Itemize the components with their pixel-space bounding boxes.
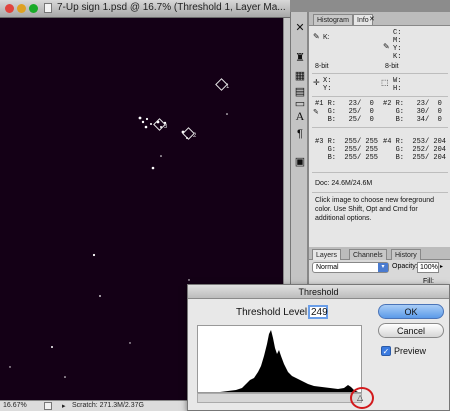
status-arrow-icon[interactable]: ▸: [62, 402, 66, 410]
blend-mode-select[interactable]: Normal ▾: [312, 262, 389, 273]
brushes-tool-icon[interactable]: ♜: [292, 50, 308, 66]
layers-panel-tabs: Layers Channels History: [309, 247, 450, 260]
divider: [312, 192, 448, 193]
highlight-circle: [350, 387, 374, 409]
info-panel: Histogram Info ✕ ✎ K: ✎ C: M: Y: K: 8-bi…: [308, 12, 450, 247]
histogram-display: [197, 325, 362, 393]
bit-depth-left: 8-bit: [315, 63, 329, 70]
xy-readout: X: Y:: [323, 77, 332, 93]
opacity-arrow-icon[interactable]: ▸: [440, 263, 443, 270]
document-icon: [44, 3, 52, 13]
minimize-window-button[interactable]: [17, 4, 26, 13]
sampler-2-readout: #2 R: 23/ 0 G: 30/ 0 B: 34/ 0: [383, 100, 442, 124]
color-sampler-label-2: 2: [193, 133, 197, 139]
status-info-icon[interactable]: [44, 402, 52, 410]
cmyk-eyedropper-icon: ✎: [383, 42, 390, 51]
divider: [312, 73, 448, 74]
threshold-slider-track[interactable]: △: [197, 393, 363, 403]
close-window-button[interactable]: [5, 4, 14, 13]
color-sampler-label-1: 1: [226, 84, 230, 90]
divider: [312, 172, 448, 173]
chevron-down-icon: ▾: [378, 263, 388, 272]
eyedropper-icon: ✎: [313, 32, 320, 41]
scratch-status: Scratch: 271.3M/2.37G: [72, 402, 144, 409]
dimensions-icon: ⬚: [381, 78, 389, 87]
sampler-4-readout: #4 R: 253/ 204 G: 252/ 204 B: 255/ 204: [383, 138, 447, 162]
histogram-graph: [220, 330, 358, 392]
opacity-label: Opacity:: [392, 263, 418, 270]
document-title-bar[interactable]: 7-Up sign 1.psd @ 16.7% (Threshold 1, La…: [0, 0, 290, 18]
cancel-button[interactable]: Cancel: [378, 323, 444, 338]
tab-histogram[interactable]: Histogram: [313, 14, 353, 25]
zoom-window-button[interactable]: [29, 4, 38, 13]
close-tab-icon[interactable]: ✕: [369, 15, 375, 23]
threshold-dialog: Threshold Threshold Level: 249 △ OK Canc…: [187, 284, 450, 411]
info-hint: Click image to choose new foreground col…: [315, 197, 435, 222]
bit-depth-right: 8-bit: [385, 63, 399, 70]
character-panel-icon[interactable]: A: [292, 108, 308, 124]
threshold-level-label: Threshold Level:: [236, 307, 310, 318]
ok-button[interactable]: OK: [378, 304, 444, 319]
notes-panel-icon[interactable]: ▣: [292, 154, 308, 170]
divider: [312, 127, 448, 128]
navigator-tool-icon[interactable]: ✕: [292, 20, 308, 36]
document-title: 7-Up sign 1.psd @ 16.7% (Threshold 1, La…: [57, 2, 286, 13]
cmyk-readout: C: M: Y: K:: [393, 29, 402, 61]
tab-channels[interactable]: Channels: [349, 249, 387, 260]
k-label: K:: [323, 34, 330, 41]
sampler-3-readout: #3 R: 255/ 255 G: 255/ 255 B: 255/ 255: [315, 138, 379, 162]
panel-icon-strip: ✕ ♜ ▦ ▤ ▭ A ¶ ▣: [290, 12, 308, 312]
paragraph-panel-icon[interactable]: ¶: [292, 126, 308, 142]
styles-tool-icon[interactable]: ▦: [292, 68, 308, 84]
threshold-dialog-title: Threshold: [188, 285, 449, 299]
zoom-level[interactable]: 16.67%: [3, 402, 27, 409]
crosshair-icon: ✛: [313, 78, 320, 87]
preview-checkbox[interactable]: ✓: [381, 346, 391, 356]
threshold-level-input[interactable]: 249: [308, 305, 328, 319]
sampler-1-readout: #1 R: 23/ 0 G: 25/ 0 B: 25/ 0: [315, 100, 374, 124]
tab-layers[interactable]: Layers: [312, 249, 342, 260]
preview-label: Preview: [394, 346, 427, 356]
opacity-input[interactable]: 100%: [417, 262, 439, 273]
blend-mode-value: Normal: [316, 264, 339, 271]
color-sampler-label-3: 3: [164, 124, 168, 130]
info-panel-tabs: Histogram Info ✕: [309, 12, 450, 26]
divider: [312, 96, 448, 97]
wh-readout: W: H:: [393, 77, 402, 93]
doc-size: Doc: 24.6M/24.6M: [315, 180, 373, 187]
tab-history[interactable]: History: [391, 249, 421, 260]
